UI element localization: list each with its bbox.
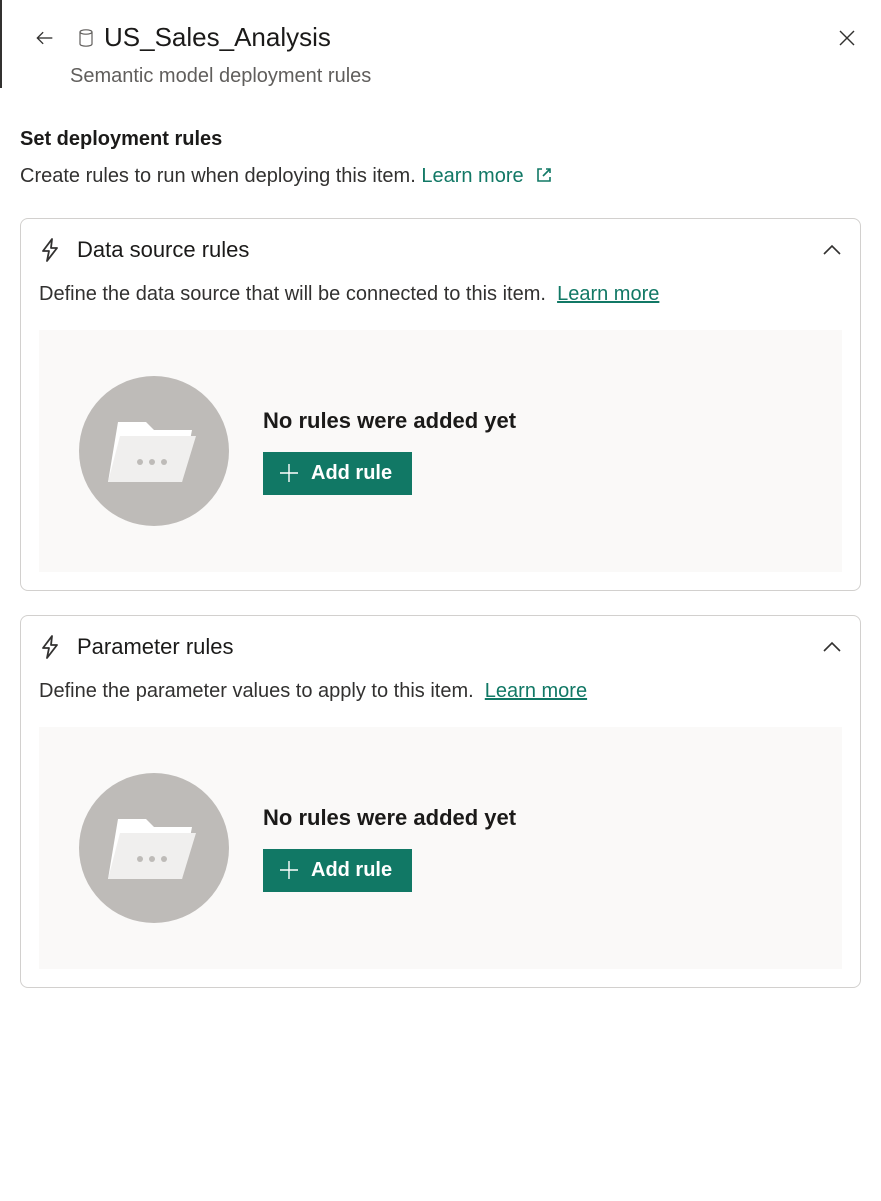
parameter-card-description: Define the parameter values to apply to … [39, 680, 842, 703]
parameter-card-title: Parameter rules [77, 634, 234, 660]
plus-icon [279, 860, 299, 880]
data-source-empty-title: No rules were added yet [263, 408, 516, 434]
lightning-icon [39, 634, 61, 660]
database-icon [78, 29, 94, 47]
add-rule-label: Add rule [311, 859, 392, 882]
arrow-left-icon [34, 28, 54, 48]
data-source-card-header[interactable]: Data source rules [39, 237, 842, 263]
parameter-empty-title: No rules were added yet [263, 805, 516, 831]
parameter-learn-more-link[interactable]: Learn more [485, 680, 587, 702]
external-link-icon [535, 167, 553, 189]
close-button[interactable] [833, 24, 861, 52]
add-data-source-rule-button[interactable]: Add rule [263, 452, 412, 495]
parameter-card-header[interactable]: Parameter rules [39, 634, 842, 660]
empty-folder-icon [79, 376, 229, 526]
add-rule-label: Add rule [311, 462, 392, 485]
lightning-icon [39, 237, 61, 263]
data-source-desc-text: Define the data source that will be conn… [39, 283, 546, 305]
empty-right: No rules were added yet Add rule [263, 805, 516, 892]
section-description: Create rules to run when deploying this … [20, 165, 861, 190]
chevron-up-icon [822, 641, 842, 653]
data-source-rules-card: Data source rules Define the data source… [20, 218, 861, 591]
data-source-card-title: Data source rules [77, 237, 249, 263]
section-description-text: Create rules to run when deploying this … [20, 165, 416, 187]
parameter-empty-state: No rules were added yet Add rule [39, 727, 842, 969]
close-icon [838, 29, 856, 47]
panel-subtitle: Semantic model deployment rules [70, 65, 881, 88]
data-source-learn-more-link[interactable]: Learn more [557, 283, 659, 305]
empty-right: No rules were added yet Add rule [263, 408, 516, 495]
section-heading: Set deployment rules [20, 128, 861, 151]
panel-header: US_Sales_Analysis [2, 0, 881, 61]
card-header-left: Data source rules [39, 237, 249, 263]
parameter-desc-text: Define the parameter values to apply to … [39, 680, 474, 702]
learn-more-text: Learn more [421, 165, 523, 187]
data-source-card-description: Define the data source that will be conn… [39, 283, 842, 306]
plus-icon [279, 463, 299, 483]
empty-folder-icon [79, 773, 229, 923]
add-parameter-rule-button[interactable]: Add rule [263, 849, 412, 892]
header-left: US_Sales_Analysis [30, 22, 331, 53]
parameter-rules-card: Parameter rules Define the parameter val… [20, 615, 861, 988]
learn-more-link[interactable]: Learn more [421, 165, 553, 187]
back-button[interactable] [30, 24, 58, 52]
data-source-empty-state: No rules were added yet Add rule [39, 330, 842, 572]
chevron-up-icon [822, 244, 842, 256]
card-header-left: Parameter rules [39, 634, 234, 660]
title-wrap: US_Sales_Analysis [78, 22, 331, 53]
panel-title: US_Sales_Analysis [104, 22, 331, 53]
